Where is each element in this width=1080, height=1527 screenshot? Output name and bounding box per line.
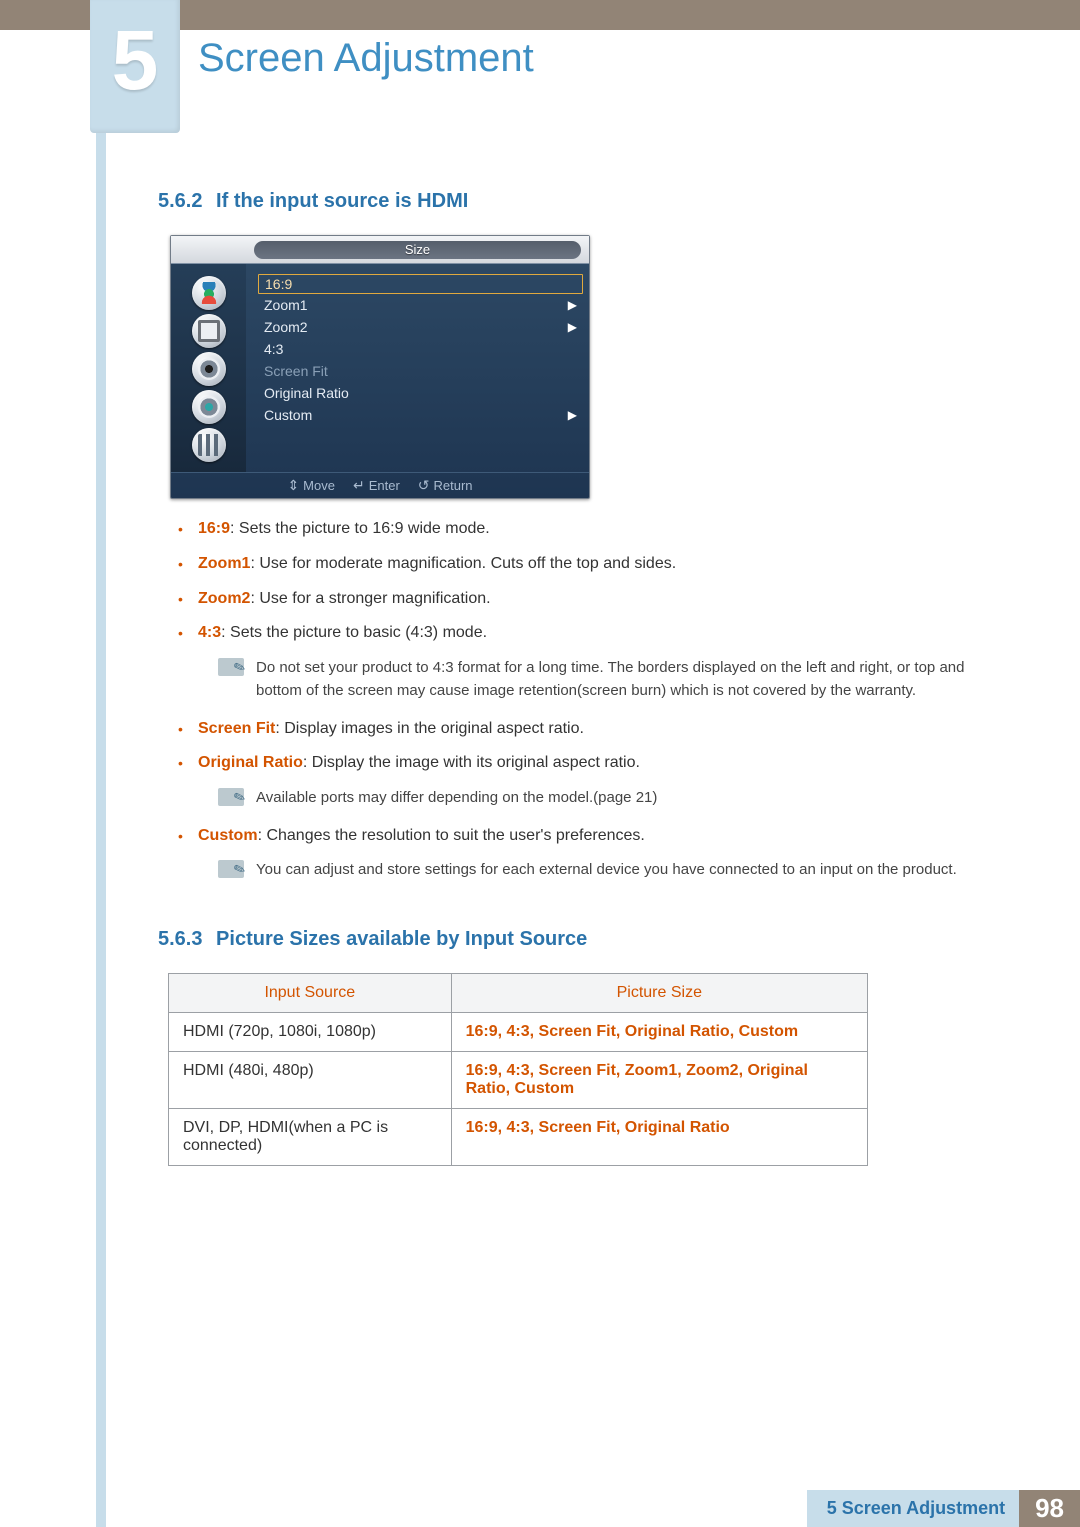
table-row: DVI, DP, HDMI(when a PC is connected) 16… xyxy=(169,1108,868,1165)
td-source: HDMI (720p, 1080i, 1080p) xyxy=(169,1012,452,1051)
desc: : Use for a stronger magnification. xyxy=(250,590,490,607)
note-icon xyxy=(218,858,244,878)
osd-item-label: 16:9 xyxy=(265,276,292,292)
list-item: Original Ratio: Display the image with i… xyxy=(178,751,990,776)
osd-hint-enter: ↵Enter xyxy=(353,477,400,494)
desc: : Display images in the original aspect … xyxy=(275,720,584,737)
footer-chapter-label: 5 Screen Adjustment xyxy=(807,1490,1019,1527)
osd-item-label: Original Ratio xyxy=(264,385,349,401)
osd-item-label: Screen Fit xyxy=(264,363,328,379)
arrow-right-icon: ▶ xyxy=(568,298,577,312)
table-row: HDMI (720p, 1080i, 1080p) 16:9, 4:3, Scr… xyxy=(169,1012,868,1051)
osd-panel: Size 16:9 Zoom1 ▶ xyxy=(170,235,590,499)
td-sizes: 16:9, 4:3, Screen Fit, Zoom1, Zoom2, Ori… xyxy=(451,1051,867,1108)
enter-icon: ↵ xyxy=(353,477,365,494)
term: Original Ratio xyxy=(198,754,303,771)
note-text: Available ports may differ depending on … xyxy=(256,786,990,809)
osd-item-label: Zoom2 xyxy=(264,319,308,335)
note-text: Do not set your product to 4:3 format fo… xyxy=(256,656,990,703)
section-title: If the input source is HDMI xyxy=(216,190,468,212)
content-area: 5.6.2 If the input source is HDMI Size xyxy=(0,140,1080,1166)
term: Zoom1 xyxy=(198,555,250,572)
term: Zoom2 xyxy=(198,590,250,607)
list-item: Zoom1: Use for moderate magnification. C… xyxy=(178,552,990,577)
osd-body: 16:9 Zoom1 ▶ Zoom2 ▶ 4:3 Screen Fit xyxy=(171,264,589,472)
osd-item-4-3[interactable]: 4:3 xyxy=(264,338,577,360)
osd-item-custom[interactable]: Custom ▶ xyxy=(264,404,577,426)
section-number: 5.6.3 xyxy=(158,928,202,950)
osd-item-label: Zoom1 xyxy=(264,297,308,313)
osd-item-label: 4:3 xyxy=(264,341,283,357)
desc: : Use for moderate magnification. Cuts o… xyxy=(250,555,676,572)
osd-main: 16:9 Zoom1 ▶ Zoom2 ▶ 4:3 Screen Fit xyxy=(246,264,589,472)
th-picture-size: Picture Size xyxy=(451,973,867,1012)
osd-title-pill: Size xyxy=(254,241,581,259)
term: 16:9 xyxy=(198,520,230,537)
osd-sidebar xyxy=(171,264,246,472)
td-sizes: 16:9, 4:3, Screen Fit, Original Ratio, C… xyxy=(451,1012,867,1051)
term: 4:3 xyxy=(198,624,221,641)
list-item: 4:3: Sets the picture to basic (4:3) mod… xyxy=(178,621,990,646)
osd-item-label: Custom xyxy=(264,407,312,423)
footer-page-number: 98 xyxy=(1019,1490,1080,1527)
picture-sizes-table: Input Source Picture Size HDMI (720p, 10… xyxy=(168,973,868,1166)
page-header: 5 Screen Adjustment xyxy=(0,0,1080,140)
td-sizes: 16:9, 4:3, Screen Fit, Original Ratio xyxy=(451,1108,867,1165)
return-icon: ↺ xyxy=(418,477,430,494)
osd-item-16-9[interactable]: 16:9 xyxy=(258,274,583,294)
note-box: Available ports may differ depending on … xyxy=(218,786,990,809)
td-source: DVI, DP, HDMI(when a PC is connected) xyxy=(169,1108,452,1165)
arrow-right-icon: ▶ xyxy=(568,320,577,334)
chapter-tab: 5 xyxy=(90,0,180,133)
settings-icon xyxy=(192,390,226,424)
section-heading-1: 5.6.2 If the input source is HDMI xyxy=(158,190,990,213)
osd-item-zoom2[interactable]: Zoom2 ▶ xyxy=(264,316,577,338)
th-input-source: Input Source xyxy=(169,973,452,1012)
list-item: 16:9: Sets the picture to 16:9 wide mode… xyxy=(178,517,990,542)
osd-footer: ⇕Move ↵Enter ↺Return xyxy=(171,472,589,498)
desc: : Changes the resolution to suit the use… xyxy=(258,827,645,844)
section-number: 5.6.2 xyxy=(158,190,202,212)
note-icon xyxy=(218,786,244,806)
osd-item-original-ratio[interactable]: Original Ratio xyxy=(264,382,577,404)
osd-item-zoom1[interactable]: Zoom1 ▶ xyxy=(264,294,577,316)
osd-header: Size xyxy=(171,236,589,264)
info-icon xyxy=(192,428,226,462)
feature-list: 16:9: Sets the picture to 16:9 wide mode… xyxy=(178,517,990,882)
note-text: You can adjust and store settings for ea… xyxy=(256,858,990,881)
osd-item-screen-fit[interactable]: Screen Fit xyxy=(264,360,577,382)
osd-hint-move: ⇕Move xyxy=(287,477,335,494)
desc: : Sets the picture to 16:9 wide mode. xyxy=(230,520,490,537)
chapter-number: 5 xyxy=(90,18,180,102)
arrow-right-icon: ▶ xyxy=(568,408,577,422)
eye-icon xyxy=(192,352,226,386)
section-title: Picture Sizes available by Input Source xyxy=(216,928,587,950)
note-box: You can adjust and store settings for ea… xyxy=(218,858,990,881)
table-row: HDMI (480i, 480p) 16:9, 4:3, Screen Fit,… xyxy=(169,1051,868,1108)
section-heading-2: 5.6.3 Picture Sizes available by Input S… xyxy=(158,928,990,951)
chapter-title: Screen Adjustment xyxy=(198,36,534,81)
desc: : Display the image with its original as… xyxy=(303,754,640,771)
screen-icon xyxy=(192,314,226,348)
note-box: Do not set your product to 4:3 format fo… xyxy=(218,656,990,703)
list-item: Screen Fit: Display images in the origin… xyxy=(178,717,990,742)
term: Custom xyxy=(198,827,258,844)
picture-icon xyxy=(192,276,226,310)
osd-hint-return: ↺Return xyxy=(418,477,473,494)
updown-icon: ⇕ xyxy=(287,477,299,494)
list-item: Zoom2: Use for a stronger magnification. xyxy=(178,587,990,612)
page-footer: 5 Screen Adjustment 98 xyxy=(0,1485,1080,1527)
table-header-row: Input Source Picture Size xyxy=(169,973,868,1012)
note-icon xyxy=(218,656,244,676)
list-item: Custom: Changes the resolution to suit t… xyxy=(178,824,990,849)
desc: : Sets the picture to basic (4:3) mode. xyxy=(221,624,487,641)
term: Screen Fit xyxy=(198,720,275,737)
td-source: HDMI (480i, 480p) xyxy=(169,1051,452,1108)
side-strip xyxy=(96,133,106,1527)
page: 5 Screen Adjustment 5.6.2 If the input s… xyxy=(0,0,1080,1527)
